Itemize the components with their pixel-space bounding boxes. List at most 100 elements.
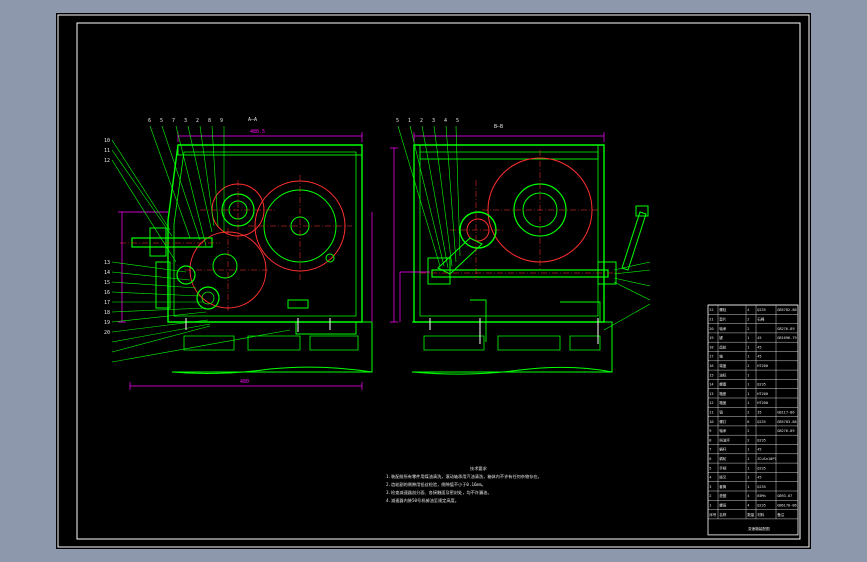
parts-table-cell: 挡油环 <box>719 437 730 442</box>
left-callout-2: 7 <box>172 118 175 124</box>
right-shift-fork <box>437 237 483 275</box>
parts-table-cell: 4 <box>747 504 749 508</box>
left-callout-3: 3 <box>184 118 187 124</box>
right-base-wave <box>411 366 613 375</box>
parts-table-cell: 6 <box>709 457 711 461</box>
parts-table-cell: 16 <box>709 364 713 368</box>
parts-table-cell: 1 <box>747 345 749 349</box>
parts-table-cell: GB276-89 <box>777 327 794 331</box>
parts-table-cell: 8 <box>709 438 711 442</box>
parts-table-cell: 2 <box>747 411 749 415</box>
left-mid-gear-hub <box>212 253 238 279</box>
parts-table-cell: 1 <box>747 476 749 480</box>
parts-table-cell: 12 <box>709 401 713 405</box>
parts-table-cell: 螺钉 <box>719 419 727 424</box>
parts-table-cell: 手柄 <box>719 465 727 470</box>
parts-table-cell: 15 <box>709 373 713 377</box>
parts-table-cell: 2 <box>747 438 749 442</box>
parts-table-cell: 65Mn <box>757 494 766 498</box>
parts-table-cell: 齿轮 <box>719 344 727 349</box>
right-callout-group: 5 1 2 3 4 5 <box>396 118 459 124</box>
parts-table-cell: 2 <box>709 494 711 498</box>
parts-table-cell: GB6170-86 <box>777 504 796 508</box>
right-callout-2: 2 <box>420 118 423 124</box>
parts-table-cell: 19 <box>709 336 713 340</box>
parts-table-cell: 1 <box>747 448 749 452</box>
parts-table-cell: 45 <box>757 336 761 340</box>
parts-table-cell: 45 <box>757 448 761 452</box>
parts-table-cell: 6 <box>747 420 749 424</box>
parts-table-cell: 2 <box>747 429 749 433</box>
left-top-dimension-text: 480.5 <box>250 129 265 135</box>
parts-table-cell: HT200 <box>757 401 768 405</box>
right-callout-4: 4 <box>444 118 447 124</box>
parts-table-cell: Q235 <box>757 420 766 424</box>
parts-table-cell: 1 <box>747 373 749 377</box>
parts-table-header-cell: 材料 <box>757 512 765 517</box>
parts-table-cell: 13 <box>709 392 713 396</box>
parts-table-cell: 35 <box>757 411 761 415</box>
parts-table-cell: Q235 <box>757 466 766 470</box>
parts-table-cell: 蜗杆 <box>719 447 727 452</box>
right-view-title: B—B <box>494 124 503 130</box>
parts-table-cell: 1 <box>747 466 749 470</box>
parts-table-cell: Q235 <box>757 308 766 312</box>
outer-frame <box>57 14 810 548</box>
parts-table-cell: 轴 <box>719 354 723 359</box>
parts-table-cell: ZCuSn10P1 <box>757 457 776 461</box>
left-view <box>111 125 373 390</box>
parts-table-cell: 45 <box>757 345 761 349</box>
right-base-slots <box>423 335 601 351</box>
left-dimension-lines <box>118 132 373 390</box>
cad-drawing: A—A 6573289 1011121314151617181920 480.5… <box>57 14 810 548</box>
left-top-cover <box>177 144 363 156</box>
parts-table-cell: 垫圈 <box>719 493 727 498</box>
left-side-label-0: 10 <box>104 138 110 144</box>
left-side-label-2: 12 <box>104 158 110 164</box>
left-oil-plug <box>325 253 335 263</box>
left-callout-1: 5 <box>160 118 163 124</box>
parts-table-cell: 11 <box>709 411 713 415</box>
parts-table-cell: 1 <box>747 392 749 396</box>
left-base-slots <box>183 335 359 351</box>
parts-table-cell: 5 <box>709 466 711 470</box>
right-housing-inner <box>419 151 599 317</box>
parts-table-cell: GB117-86 <box>777 411 794 415</box>
left-foot-pad <box>295 321 357 335</box>
left-side-label-3: 13 <box>104 260 110 266</box>
left-side-label-10: 20 <box>104 330 110 336</box>
right-dimension-lines <box>390 132 605 323</box>
parts-table-cell: 螺栓 <box>719 307 727 312</box>
left-side-label-6: 16 <box>104 290 110 296</box>
tech-req-line-3: 3.检查减速器剖分面、各接触面及密封处，均不许漏油。 <box>386 489 492 496</box>
left-base-outline <box>172 321 373 373</box>
parts-table-cell: 2 <box>747 327 749 331</box>
parts-table-cell: 4 <box>747 308 749 312</box>
title-block-text: 变速箱装配图 <box>748 526 770 531</box>
left-callout-6: 9 <box>220 118 223 124</box>
left-side-label-9: 19 <box>104 320 110 326</box>
parts-table-cell: 4 <box>747 494 749 498</box>
left-callout-5: 8 <box>208 118 211 124</box>
inner-frame <box>76 22 801 540</box>
parts-table-cell: GB276-89 <box>777 429 794 433</box>
left-drain-boss <box>287 299 309 309</box>
parts-table-cell: Q235 <box>757 383 766 387</box>
tech-req-line-1: 1.装配前所有零件用煤油清洗，滚动轴承用汽油清洗，箱体内不许有任何杂物存在。 <box>386 473 542 480</box>
parts-table-cell: 1 <box>747 401 749 405</box>
tech-req-line-4: 4.减速器内装50号机械油至规定高度。 <box>386 497 459 504</box>
parts-table-cell: 45 <box>757 476 761 480</box>
left-callout-0: 6 <box>148 118 151 124</box>
parts-table-cell: 箱座 <box>719 391 727 396</box>
parts-table-cell: 20 <box>709 327 713 331</box>
right-handle-lever <box>621 211 647 271</box>
right-shift-rod <box>431 269 609 278</box>
parts-table-cell: 轴承 <box>719 326 727 331</box>
right-callout-5: 5 <box>456 118 459 124</box>
technical-requirements: 技术要求 1.装配前所有零件用煤油清洗，滚动轴承用汽油清洗，箱体内不许有任何杂物… <box>386 465 542 504</box>
parts-table-header-cell: 备注 <box>777 512 785 517</box>
parts-table-cell: 2 <box>747 364 749 368</box>
parts-table-cell: 1 <box>747 383 749 387</box>
parts-table-cell: 拨叉 <box>719 475 727 480</box>
left-callout-4: 2 <box>196 118 199 124</box>
